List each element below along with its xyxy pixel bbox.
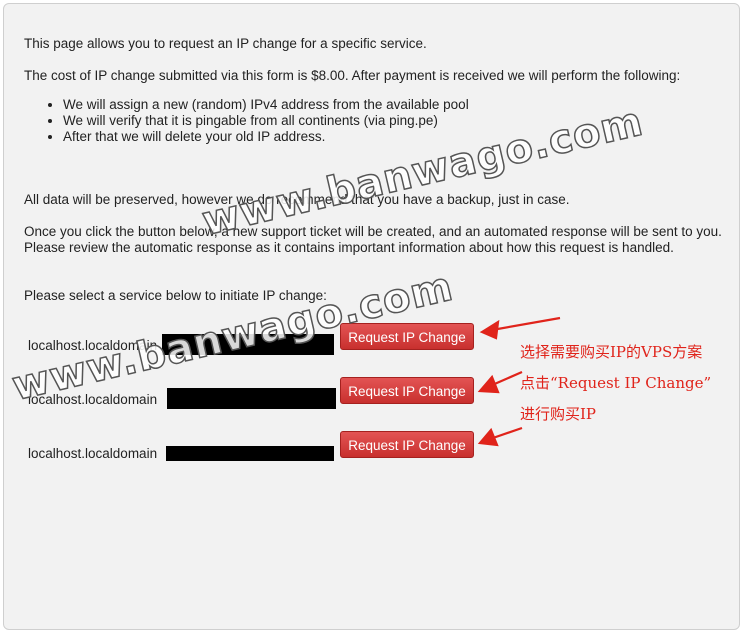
annotation-select-vps: 选择需要购买IP的VPS方案 [520, 343, 703, 361]
annotation-click-button: 点击“Request IP Change” [520, 374, 712, 392]
annotation-purchase: 进行购买IP [520, 405, 597, 423]
